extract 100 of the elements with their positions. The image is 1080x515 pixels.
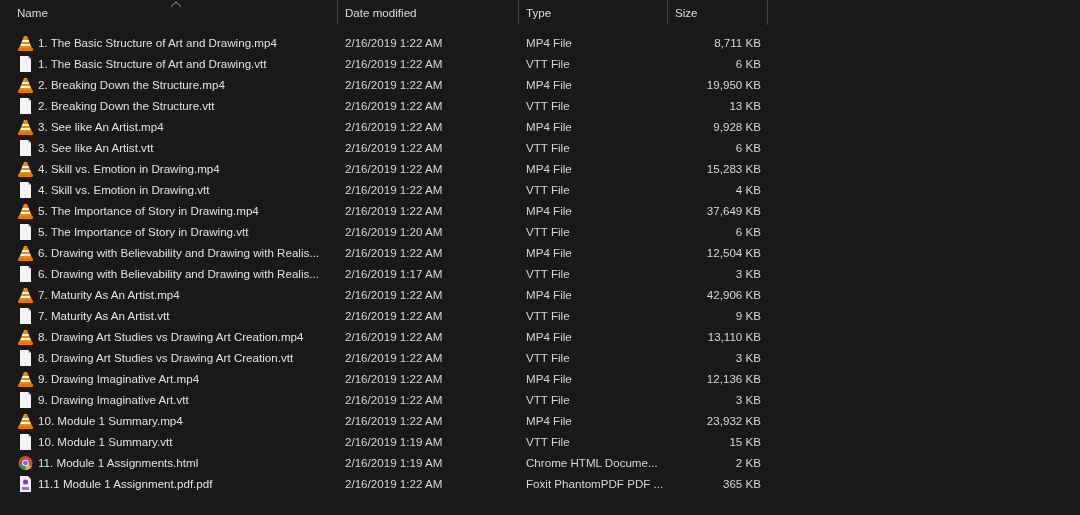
traffic-cone-icon [18,34,33,51]
file-size: 37,649 KB [705,204,762,217]
file-size: 6 KB [734,225,762,238]
date-modified: 2/16/2019 1:20 AM [344,225,444,238]
date-modified: 2/16/2019 1:22 AM [344,204,444,217]
file-name[interactable]: 4. Skill vs. Emotion in Drawing.mp4 [38,162,220,175]
date-modified: 2/16/2019 1:19 AM [344,435,444,448]
file-name[interactable]: 2. Breaking Down the Structure.vtt [38,99,215,112]
document-icon [18,349,33,366]
column-header[interactable]: Type [526,6,552,19]
file-size: 8,711 KB [713,36,762,49]
file-size: 6 KB [734,141,762,154]
file-size: 19,950 KB [705,78,762,91]
file-name[interactable]: 5. The Importance of Story in Drawing.vtt [38,225,249,238]
traffic-cone-icon [18,370,33,387]
date-modified: 2/16/2019 1:22 AM [344,309,444,322]
file-size: 3 KB [734,393,762,406]
file-size: 9,928 KB [712,120,762,133]
file-name[interactable]: 3. See like An Artist.vtt [38,141,154,154]
file-name[interactable]: 6. Drawing with Believability and Drawing with Realis... [38,267,319,280]
file-type: MP4 File [525,372,573,385]
file-type: VTT File [525,267,571,280]
file-name[interactable]: 11. Module 1 Assignments.html [38,456,199,469]
traffic-cone-icon [18,160,33,177]
file-size: 12,504 KB [705,246,762,259]
file-type: MP4 File [525,162,573,175]
file-size: 13 KB [728,99,762,112]
date-modified: 2/16/2019 1:22 AM [344,288,444,301]
traffic-cone-icon [18,244,33,261]
file-size: 3 KB [734,267,762,280]
date-modified: 2/16/2019 1:22 AM [344,330,444,343]
file-size: 365 KB [721,477,762,490]
date-modified: 2/16/2019 1:22 AM [344,162,444,175]
traffic-cone-icon [18,202,33,219]
file-name[interactable]: 8. Drawing Art Studies vs Drawing Art Creation.mp4 [38,330,304,343]
traffic-cone-icon [18,76,33,93]
file-type: Foxit PhantomPDF PDF ... [525,477,665,490]
file-size: 23,932 KB [705,414,762,427]
column-header[interactable]: Name [17,6,48,19]
file-name[interactable]: 10. Module 1 Summary.vtt [38,435,173,448]
file-type: VTT File [525,183,571,196]
date-modified: 2/16/2019 1:22 AM [344,414,444,427]
file-name[interactable]: 7. Maturity As An Artist.mp4 [38,288,180,301]
file-type: MP4 File [525,288,573,301]
date-modified: 2/16/2019 1:17 AM [344,267,444,280]
traffic-cone-icon [18,118,33,135]
date-modified: 2/16/2019 1:22 AM [344,36,444,49]
column-header[interactable]: Date modified [345,6,417,19]
file-name[interactable]: 1. The Basic Structure of Art and Drawing.vtt [38,57,267,70]
file-name[interactable]: 10. Module 1 Summary.mp4 [38,414,183,427]
file-name[interactable]: 2. Breaking Down the Structure.mp4 [38,78,225,91]
file-type: MP4 File [525,414,573,427]
column-header[interactable]: Size [675,6,698,19]
file-size: 12,136 KB [705,372,762,385]
file-type: VTT File [525,57,571,70]
document-icon [18,433,33,450]
file-type: Chrome HTML Docume... [525,456,659,469]
file-name[interactable]: 9. Drawing Imaginative Art.vtt [38,393,189,406]
file-name[interactable]: 7. Maturity As An Artist.vtt [38,309,170,322]
file-type: VTT File [525,225,571,238]
date-modified: 2/16/2019 1:22 AM [344,393,444,406]
document-icon [18,181,33,198]
file-name[interactable]: 3. See like An Artist.mp4 [38,120,164,133]
document-icon [18,307,33,324]
date-modified: 2/16/2019 1:22 AM [344,351,444,364]
date-modified: 2/16/2019 1:22 AM [344,57,444,70]
document-icon [18,139,33,156]
file-name[interactable]: 5. The Importance of Story in Drawing.mp4 [38,204,259,217]
file-type: MP4 File [525,330,573,343]
date-modified: 2/16/2019 1:22 AM [344,246,444,259]
traffic-cone-icon [18,286,33,303]
document-icon [18,223,33,240]
file-name[interactable]: 4. Skill vs. Emotion in Drawing.vtt [38,183,210,196]
file-name[interactable]: 11.1 Module 1 Assignment.pdf.pdf [38,477,213,490]
browser-icon [18,454,33,471]
file-name[interactable]: 9. Drawing Imaginative Art.mp4 [38,372,200,385]
file-type: MP4 File [525,120,573,133]
file-name[interactable]: 6. Drawing with Believability and Drawing with Realis... [38,246,319,259]
file-size: 2 KB [734,456,762,469]
file-type: VTT File [525,393,571,406]
file-type: MP4 File [525,204,573,217]
date-modified: 2/16/2019 1:22 AM [344,477,444,490]
document-icon [18,391,33,408]
document-icon [18,55,33,72]
file-type: VTT File [525,309,571,322]
document-icon [18,97,33,114]
file-type: MP4 File [525,246,573,259]
date-modified: 2/16/2019 1:19 AM [344,456,444,469]
date-modified: 2/16/2019 1:22 AM [344,99,444,112]
file-size: 15,283 KB [705,162,762,175]
file-name[interactable]: 1. The Basic Structure of Art and Drawing.mp4 [38,36,277,49]
document-icon [18,265,33,282]
date-modified: 2/16/2019 1:22 AM [344,78,444,91]
file-name[interactable]: 8. Drawing Art Studies vs Drawing Art Creation.vtt [38,351,294,364]
file-type: VTT File [525,99,571,112]
traffic-cone-icon [18,328,33,345]
file-type: MP4 File [525,36,573,49]
pdf-file-icon [18,475,33,492]
file-size: 3 KB [734,351,762,364]
date-modified: 2/16/2019 1:22 AM [344,120,444,133]
